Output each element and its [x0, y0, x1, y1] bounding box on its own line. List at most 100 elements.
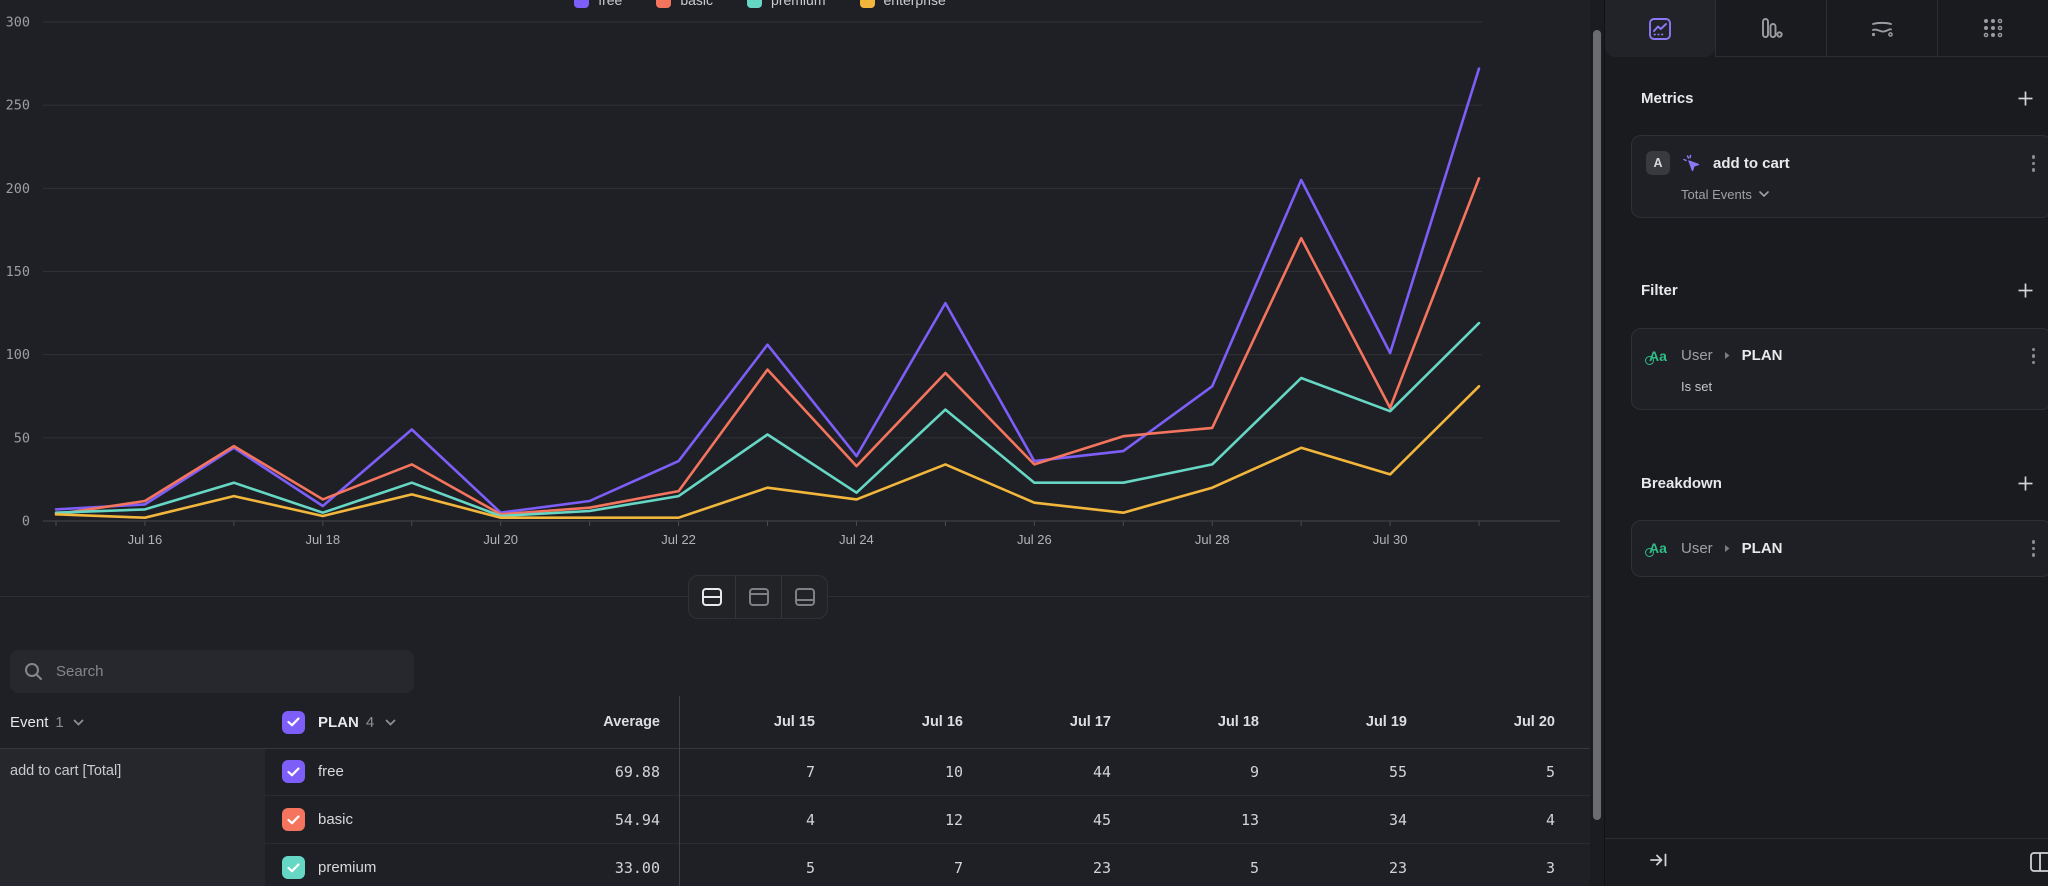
- layout-toggle: [688, 575, 828, 619]
- chevron-down-icon: [73, 719, 84, 726]
- tab-grid-options[interactable]: [1937, 0, 2048, 57]
- row-checkbox-free[interactable]: [282, 760, 305, 783]
- condition-label: Is set: [1681, 379, 1712, 394]
- date-column-header: Jul 20: [1407, 696, 1555, 748]
- metrics-section-header: Metrics: [1641, 85, 2038, 111]
- svg-text:Jul 16: Jul 16: [128, 532, 163, 547]
- split-view-button[interactable]: [689, 576, 735, 618]
- average-value: 54.94: [435, 796, 660, 844]
- plan-select-all-checkbox[interactable]: [282, 711, 305, 734]
- cell-value: 23: [963, 844, 1111, 886]
- breakdown-title: Breakdown: [1641, 475, 1722, 492]
- svg-text:Jul 24: Jul 24: [839, 532, 874, 547]
- cell-value: 5: [660, 844, 815, 886]
- plus-icon: [2017, 90, 2034, 107]
- date-column-header: Jul 18: [1111, 696, 1259, 748]
- plan-column-header[interactable]: PLAN 4: [265, 696, 435, 748]
- legend-item-enterprise[interactable]: enterprise: [860, 0, 946, 11]
- cell-value: 5: [1111, 844, 1259, 886]
- bar-chart-icon: [1758, 15, 1784, 41]
- tab-line-chart[interactable]: [1605, 0, 1715, 57]
- bottom-bar-view-button[interactable]: [781, 576, 827, 618]
- filter-condition[interactable]: Is set: [1646, 379, 2037, 394]
- filter-menu-button[interactable]: [2030, 344, 2038, 369]
- top-bar-view-button[interactable]: [735, 576, 781, 618]
- add-breakdown-button[interactable]: [2012, 470, 2038, 496]
- cell-value: 9: [1111, 748, 1259, 796]
- legend-swatch-basic: [656, 0, 671, 8]
- chevron-right-icon: [1724, 544, 1731, 553]
- table-row-free[interactable]: free: [265, 748, 435, 796]
- breakdown-card[interactable]: Aa User PLAN: [1631, 520, 2048, 577]
- cell-value: 55: [1259, 748, 1407, 796]
- panel-layout-button[interactable]: [2029, 851, 2048, 878]
- chevron-down-icon: [1759, 191, 1769, 197]
- chart-section: free basic premium enterprise 0501001502…: [0, 0, 1590, 560]
- average-column-header: Average: [435, 696, 660, 748]
- collapse-panel-button[interactable]: [1649, 851, 1669, 874]
- plus-icon: [2017, 282, 2034, 299]
- legend-label: enterprise: [884, 0, 946, 8]
- breakdown-section-header: Breakdown: [1641, 470, 2038, 496]
- metric-card[interactable]: A add to cart Total Events: [1631, 135, 2048, 218]
- search-input[interactable]: [56, 663, 386, 680]
- measurement-dropdown[interactable]: Total Events: [1646, 187, 2037, 202]
- check-icon: [287, 815, 300, 825]
- top-bar-view-icon: [748, 587, 770, 607]
- vertical-scrollbar: [1590, 0, 1604, 886]
- chevron-down-icon: [385, 719, 396, 726]
- average-value: 69.88: [435, 748, 660, 796]
- svg-text:0: 0: [22, 514, 30, 530]
- scrollbar-thumb[interactable]: [1593, 30, 1601, 820]
- date-column-header: Jul 15: [660, 696, 815, 748]
- split-view-icon: [701, 587, 723, 607]
- svg-text:Jul 20: Jul 20: [483, 532, 518, 547]
- legend-item-free[interactable]: free: [574, 0, 622, 11]
- cell-value: 7: [660, 748, 815, 796]
- svg-text:100: 100: [6, 347, 30, 363]
- line-chart: 050100150200250300Jul 16Jul 18Jul 20Jul …: [0, 0, 1590, 560]
- event-column-header[interactable]: Event 1: [0, 696, 265, 748]
- legend-item-basic[interactable]: basic: [656, 0, 713, 11]
- search-row: [0, 636, 1590, 696]
- table-row-basic[interactable]: basic: [265, 796, 435, 844]
- row-checkbox-basic[interactable]: [282, 808, 305, 831]
- cell-value: 13: [1111, 796, 1259, 844]
- sidebar-footer: [1605, 838, 2048, 886]
- legend-swatch-premium: [747, 0, 762, 8]
- tab-bar-chart[interactable]: [1715, 0, 1826, 57]
- breakdown-table: Event 1 PLAN 4 Average Jul 15: [0, 696, 1590, 870]
- add-metric-button[interactable]: [2012, 85, 2038, 111]
- svg-text:150: 150: [6, 264, 30, 280]
- tab-stream-chart[interactable]: [1826, 0, 1937, 57]
- cell-value: 5: [1407, 748, 1555, 796]
- table-row-premium[interactable]: premium: [265, 844, 435, 886]
- arrow-to-bar-icon: [1649, 851, 1669, 869]
- row-label: premium: [318, 859, 376, 876]
- add-filter-button[interactable]: [2012, 278, 2038, 304]
- click-event-icon: [1681, 153, 1702, 174]
- search-box[interactable]: [10, 650, 414, 693]
- columns-icon: [2029, 851, 2048, 873]
- check-icon: [287, 767, 300, 777]
- breakdown-scope: User: [1681, 540, 1713, 557]
- cell-value: 12: [815, 796, 963, 844]
- row-checkbox-premium[interactable]: [282, 856, 305, 879]
- search-icon: [24, 662, 43, 681]
- filter-title: Filter: [1641, 282, 1678, 299]
- metric-letter-badge: A: [1646, 151, 1670, 175]
- svg-text:Jul 22: Jul 22: [661, 532, 696, 547]
- sidebar-tabbar: [1605, 0, 2048, 57]
- cell-value: 10: [815, 748, 963, 796]
- event-name-cell: add to cart [Total]: [0, 748, 265, 886]
- metric-menu-button[interactable]: [2030, 151, 2038, 176]
- analytics-app: free basic premium enterprise 0501001502…: [0, 0, 2048, 886]
- average-value: 33.00: [435, 844, 660, 886]
- breakdown-menu-button[interactable]: [2030, 536, 2038, 561]
- filter-card[interactable]: Aa User PLAN Is set: [1631, 328, 2048, 411]
- cell-value: 45: [963, 796, 1111, 844]
- text-property-icon: Aa: [1646, 540, 1670, 556]
- plan-count: 4: [366, 714, 374, 731]
- stream-chart-icon: [1868, 15, 1896, 41]
- legend-item-premium[interactable]: premium: [747, 0, 825, 11]
